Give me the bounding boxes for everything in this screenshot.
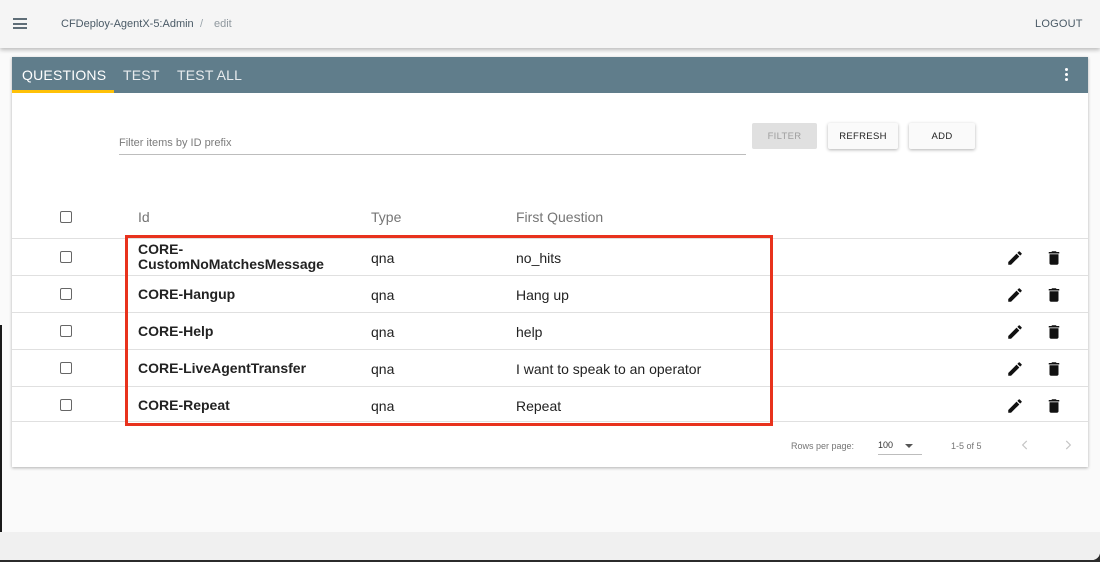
table-row[interactable]: CORE-Hangup qna Hang up <box>12 275 1088 312</box>
tab-test[interactable]: TEST <box>123 57 160 93</box>
questions-card: QUESTIONS TEST TEST ALL FILTER REFRESH A… <box>12 57 1088 467</box>
delete-icon[interactable] <box>1045 397 1063 415</box>
row-id: CORE-LiveAgentTransfer <box>138 360 307 376</box>
table-row[interactable]: CORE-Repeat qna Repeat <box>12 386 1088 423</box>
row-first-question: Hang up <box>516 287 569 303</box>
row-checkbox[interactable] <box>60 251 72 263</box>
row-type: qna <box>371 250 395 266</box>
delete-icon[interactable] <box>1045 360 1063 378</box>
table-row[interactable]: CORE- CustomNoMatchesMessage qna no_hits <box>12 238 1088 275</box>
row-type: qna <box>371 287 395 303</box>
breadcrumb-project[interactable]: CFDeploy-AgentX-5:Admin <box>61 18 194 30</box>
column-header-type[interactable]: Type <box>371 209 401 225</box>
row-id: CORE-Help <box>138 323 214 339</box>
column-header-id[interactable]: Id <box>138 209 150 225</box>
tab-questions[interactable]: QUESTIONS <box>22 57 106 93</box>
table-row[interactable]: CORE-LiveAgentTransfer qna I want to spe… <box>12 349 1088 386</box>
delete-icon[interactable] <box>1045 323 1063 341</box>
row-checkbox[interactable] <box>60 399 72 411</box>
row-id: CORE- CustomNoMatchesMessage <box>138 241 324 272</box>
table-row[interactable]: CORE-Help qna help <box>12 312 1088 349</box>
chevron-left-icon[interactable] <box>1018 437 1032 453</box>
table-bottom-divider <box>12 421 1088 422</box>
select-all-checkbox[interactable] <box>60 211 72 223</box>
breadcrumb-current: edit <box>214 18 232 30</box>
rows-per-page-select[interactable]: 100 <box>878 435 922 455</box>
chevron-right-icon[interactable] <box>1061 437 1075 453</box>
edit-icon[interactable] <box>1006 286 1024 304</box>
edit-icon[interactable] <box>1006 397 1024 415</box>
more-vert-icon[interactable] <box>1065 68 1069 82</box>
rows-per-page-label: Rows per page: <box>791 441 855 451</box>
edit-icon[interactable] <box>1006 249 1024 267</box>
breadcrumb-separator: / <box>200 18 204 30</box>
row-type: qna <box>371 324 395 340</box>
row-first-question: help <box>516 324 543 340</box>
dropdown-arrow-icon <box>905 444 913 448</box>
add-button[interactable]: ADD <box>909 123 975 149</box>
row-id: CORE-Hangup <box>138 286 236 302</box>
delete-icon[interactable] <box>1045 249 1063 267</box>
row-checkbox[interactable] <box>60 325 72 337</box>
row-first-question: no_hits <box>516 250 562 266</box>
window-edge <box>0 325 2 560</box>
app-bar: CFDeploy-AgentX-5:Admin / edit LOGOUT <box>0 0 1100 48</box>
row-id: CORE-Repeat <box>138 397 230 413</box>
delete-icon[interactable] <box>1045 286 1063 304</box>
filter-button[interactable]: FILTER <box>752 123 817 149</box>
logout-button[interactable]: LOGOUT <box>1035 18 1083 30</box>
active-tab-indicator <box>12 90 114 93</box>
row-checkbox[interactable] <box>60 362 72 374</box>
row-checkbox[interactable] <box>60 288 72 300</box>
row-type: qna <box>371 361 395 377</box>
footer-band <box>0 532 1100 560</box>
refresh-button[interactable]: REFRESH <box>828 123 898 149</box>
edit-icon[interactable] <box>1006 360 1024 378</box>
tab-bar: QUESTIONS TEST TEST ALL <box>12 57 1088 93</box>
row-type: qna <box>371 398 395 414</box>
menu-icon[interactable] <box>13 18 27 29</box>
filter-input[interactable] <box>119 131 746 155</box>
row-first-question: Repeat <box>516 398 562 414</box>
tab-test-all[interactable]: TEST ALL <box>177 57 242 93</box>
rows-per-page-value: 100 <box>878 440 894 450</box>
app-window: CFDeploy-AgentX-5:Admin / edit LOGOUT QU… <box>0 0 1100 560</box>
edit-icon[interactable] <box>1006 323 1024 341</box>
column-header-first-question[interactable]: First Question <box>516 209 603 225</box>
pagination-range: 1-5 of 5 <box>951 441 982 451</box>
row-first-question: I want to speak to an operator <box>516 361 702 377</box>
